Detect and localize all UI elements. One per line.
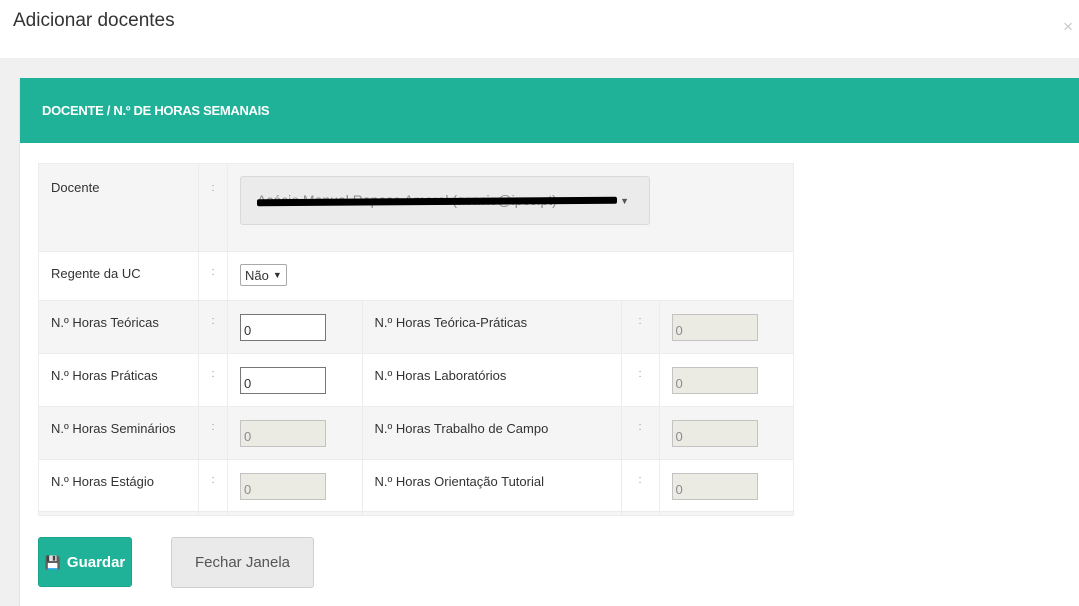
table-row: N.º Horas Estágio : N.º Horas Orientação… bbox=[38, 459, 794, 512]
table-row: N.º Horas Seminários : N.º Horas Trabalh… bbox=[38, 406, 794, 460]
colon: : bbox=[198, 353, 228, 407]
modal-header: Adicionar docentes × bbox=[0, 0, 1079, 58]
table-row: N.º Horas Teóricas : N.º Horas Teórica-P… bbox=[38, 300, 794, 354]
colon: : bbox=[620, 406, 660, 460]
form-table: Docente : Acácio Manuel Raposo Amaral (a… bbox=[38, 163, 794, 516]
horas-trabalho-campo-label: N.º Horas Trabalho de Campo bbox=[361, 406, 622, 460]
input-cell bbox=[658, 459, 794, 512]
docente-label: Docente bbox=[38, 163, 199, 252]
horas-teoricas-input[interactable] bbox=[240, 314, 326, 341]
horas-estagio-input bbox=[240, 473, 326, 500]
horas-laboratorios-label: N.º Horas Laboratórios bbox=[361, 353, 622, 407]
spacer-cell bbox=[38, 511, 199, 516]
table-row: Regente da UC : Não ▼ bbox=[38, 251, 794, 301]
table-row bbox=[38, 511, 794, 516]
input-cell bbox=[227, 353, 363, 407]
docente-select-cell: Acácio Manuel Raposo Amaral (acacio@ipcc… bbox=[227, 163, 794, 252]
horas-orientacao-tutorial-label: N.º Horas Orientação Tutorial bbox=[361, 459, 622, 512]
regente-select-value: Não bbox=[245, 268, 269, 283]
modal-body: DOCENTE / N.º DE HORAS SEMANAIS Docente … bbox=[0, 58, 1079, 606]
save-button-label: Guardar bbox=[66, 553, 126, 571]
horas-seminarios-input bbox=[240, 420, 326, 447]
horas-trabalho-campo-input bbox=[671, 420, 758, 447]
spacer-cell bbox=[658, 511, 794, 516]
regente-select[interactable]: Não ▼ bbox=[240, 264, 287, 286]
docente-select[interactable]: Acácio Manuel Raposo Amaral (acacio@ipcc… bbox=[240, 176, 650, 225]
form-panel: DOCENTE / N.º DE HORAS SEMANAIS Docente … bbox=[19, 78, 1079, 606]
caret-down-icon: ▼ bbox=[272, 270, 282, 280]
colon: : bbox=[198, 406, 228, 460]
colon: : bbox=[620, 300, 660, 354]
regente-label: Regente da UC bbox=[38, 251, 199, 301]
colon: : bbox=[620, 459, 660, 512]
input-cell bbox=[658, 353, 794, 407]
regente-select-cell: Não ▼ bbox=[227, 251, 794, 301]
modal-title: Adicionar docentes bbox=[13, 10, 175, 31]
colon: : bbox=[198, 300, 228, 354]
horas-teorica-praticas-input bbox=[671, 314, 758, 341]
horas-orientacao-tutorial-input bbox=[671, 473, 758, 500]
caret-down-icon: ▼ bbox=[620, 196, 629, 206]
spacer-cell bbox=[198, 511, 228, 516]
horas-estagio-label: N.º Horas Estágio bbox=[38, 459, 199, 512]
horas-teorica-praticas-label: N.º Horas Teórica-Práticas bbox=[361, 300, 622, 354]
input-cell bbox=[658, 406, 794, 460]
horas-praticas-input[interactable] bbox=[240, 367, 326, 394]
horas-praticas-label: N.º Horas Práticas bbox=[38, 353, 199, 407]
panel-heading: DOCENTE / N.º DE HORAS SEMANAIS bbox=[20, 78, 1079, 143]
input-cell bbox=[227, 300, 363, 354]
spacer-cell bbox=[620, 511, 660, 516]
close-window-button[interactable]: Fechar Janela bbox=[171, 537, 314, 588]
panel-title: DOCENTE / N.º DE HORAS SEMANAIS bbox=[42, 103, 270, 118]
save-button[interactable]: 💾 Guardar bbox=[38, 537, 132, 587]
spacer-cell bbox=[227, 511, 363, 516]
input-cell bbox=[658, 300, 794, 354]
spacer-cell bbox=[361, 511, 622, 516]
colon: : bbox=[198, 251, 228, 301]
floppy-disk-icon: 💾 bbox=[44, 554, 61, 570]
horas-seminarios-label: N.º Horas Seminários bbox=[38, 406, 199, 460]
input-cell bbox=[227, 459, 363, 512]
horas-laboratorios-input bbox=[671, 367, 758, 394]
table-row: Docente : Acácio Manuel Raposo Amaral (a… bbox=[38, 163, 794, 252]
horas-teoricas-label: N.º Horas Teóricas bbox=[38, 300, 199, 354]
close-icon[interactable]: × bbox=[1063, 18, 1073, 35]
table-row: N.º Horas Práticas : N.º Horas Laboratór… bbox=[38, 353, 794, 407]
colon: : bbox=[198, 459, 228, 512]
colon: : bbox=[198, 163, 228, 252]
input-cell bbox=[227, 406, 363, 460]
colon: : bbox=[620, 353, 660, 407]
